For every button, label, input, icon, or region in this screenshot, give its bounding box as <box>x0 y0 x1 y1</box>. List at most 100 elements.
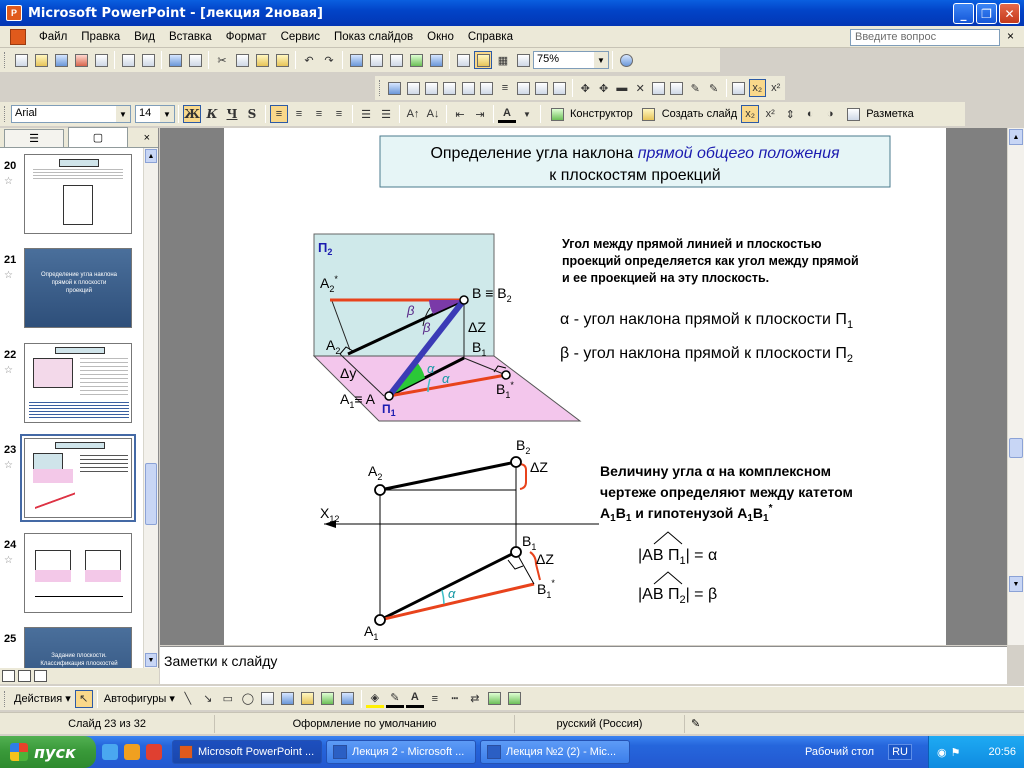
move-up-icon[interactable]: ⇕ <box>781 105 799 123</box>
task-word-1[interactable]: Лекция 2 - Microsoft ... <box>326 740 476 764</box>
bold-button[interactable]: Ж <box>183 105 201 123</box>
distribute-icon[interactable]: ✥ <box>595 79 611 97</box>
shadow-style-icon[interactable] <box>486 690 504 708</box>
close-doc-icon[interactable]: × <box>1007 29 1014 43</box>
tray-icon[interactable]: ⚑ <box>951 746 961 759</box>
subscript-icon[interactable]: x₂ <box>749 79 766 97</box>
grid-icon[interactable]: ▦ <box>494 51 512 69</box>
reset-picture-icon[interactable] <box>731 79 747 97</box>
color-grayscale-icon[interactable] <box>514 51 532 69</box>
lines-icon[interactable]: ▬ <box>614 79 630 97</box>
slide-vertical-scrollbar[interactable]: ▲ ▼ <box>1007 128 1024 645</box>
slides-pane-scrollbar[interactable]: ▲ ▼ <box>143 148 158 668</box>
arrow-tool-icon[interactable]: ↘ <box>199 690 217 708</box>
justify-icon[interactable]: ≡ <box>330 105 348 123</box>
superscript-icon[interactable]: x² <box>768 79 784 97</box>
outline-tab[interactable]: ☰ <box>4 129 64 147</box>
menu-file[interactable]: Файл <box>32 31 74 43</box>
media-player-icon[interactable] <box>124 744 140 760</box>
textbox-tool-icon[interactable] <box>259 690 277 708</box>
task-powerpoint[interactable]: Microsoft PowerPoint ... <box>172 740 322 764</box>
grow-font-icon[interactable]: A↑ <box>404 105 422 123</box>
pane-close-icon[interactable]: × <box>144 132 150 144</box>
3d-icon[interactable] <box>669 79 685 97</box>
slides-tab[interactable]: ▢ <box>68 127 128 147</box>
help-question-input[interactable]: Введите вопрос <box>850 29 1000 46</box>
slide-canvas[interactable]: Определение угла наклона прямой общего п… <box>224 128 946 645</box>
scroll-up-icon[interactable]: ▲ <box>1009 129 1023 145</box>
format-painter-icon[interactable] <box>273 51 291 69</box>
italic-button[interactable]: К <box>203 105 221 123</box>
chart-icon[interactable] <box>347 51 365 69</box>
copy-icon[interactable] <box>233 51 251 69</box>
slide-thumb-20[interactable]: 20 ☆ <box>0 152 143 236</box>
rectangle-tool-icon[interactable]: ▭ <box>219 690 237 708</box>
pen-icon[interactable]: ✎ <box>705 79 721 97</box>
research-icon[interactable] <box>186 51 204 69</box>
line-style-icon[interactable]: ≡ <box>426 690 444 708</box>
powerpoint-icon[interactable]: P <box>6 5 22 21</box>
table-icon[interactable] <box>367 51 385 69</box>
permission-icon[interactable] <box>72 51 90 69</box>
start-button[interactable]: пуск <box>0 736 96 768</box>
picture-icon[interactable] <box>387 79 403 97</box>
browser-icon[interactable] <box>146 744 162 760</box>
menu-edit[interactable]: Правка <box>74 31 127 43</box>
align-left-icon[interactable]: ≡ <box>270 105 288 123</box>
tray-icon[interactable]: ◉ <box>937 746 947 759</box>
compress-icon[interactable] <box>515 79 531 97</box>
scroll-down-icon[interactable]: ▼ <box>145 653 157 667</box>
undo-icon[interactable]: ↶ <box>300 51 318 69</box>
scroll-down-icon[interactable]: ▼ <box>1009 576 1023 592</box>
show-formatting-icon[interactable] <box>474 51 492 69</box>
spelling-icon[interactable] <box>166 51 184 69</box>
subscript-button[interactable]: x₂ <box>741 105 760 123</box>
bullets-icon[interactable]: ☰ <box>377 105 395 123</box>
arrows-icon[interactable]: ✕ <box>632 79 648 97</box>
select-pointer-icon[interactable]: ↖ <box>74 689 93 708</box>
diagram-icon[interactable] <box>299 690 317 708</box>
edit-points-icon[interactable]: ✎ <box>687 79 703 97</box>
dash-style-icon[interactable]: ┅ <box>446 690 464 708</box>
toolbar-grip[interactable] <box>4 52 7 68</box>
arrow-style-icon[interactable]: ⇄ <box>466 690 484 708</box>
format-picture-icon[interactable] <box>552 79 568 97</box>
underline-button[interactable]: Ч <box>223 105 241 123</box>
font-select[interactable]: Arial ▼ <box>11 105 131 123</box>
oval-tool-icon[interactable]: ◯ <box>239 690 257 708</box>
new-icon[interactable] <box>12 51 30 69</box>
normal-view-icon[interactable] <box>2 670 15 682</box>
desktop-icon[interactable] <box>102 744 118 760</box>
paste-icon[interactable] <box>253 51 271 69</box>
animation-icon[interactable]: ◐ <box>801 105 819 123</box>
font-color-dropdown-icon[interactable]: ▼ <box>518 105 536 123</box>
slide-thumb-21[interactable]: 21 ☆ Определение угла наклона прямой к п… <box>0 246 143 330</box>
wordart-icon[interactable] <box>279 690 297 708</box>
align-icon[interactable]: ✥ <box>577 79 593 97</box>
scroll-thumb[interactable] <box>145 463 157 525</box>
recolor-icon[interactable] <box>533 79 549 97</box>
help-icon[interactable] <box>617 51 635 69</box>
open-icon[interactable] <box>32 51 50 69</box>
3d-style-icon[interactable] <box>506 690 524 708</box>
hyperlink-icon[interactable] <box>427 51 445 69</box>
actions-menu[interactable]: Действия ▾ <box>11 692 74 706</box>
image-control-icon[interactable] <box>405 79 421 97</box>
minimize-button[interactable]: _ <box>953 3 974 24</box>
transition-icon[interactable]: ◑ <box>821 105 839 123</box>
menu-format[interactable]: Формат <box>219 31 274 43</box>
slideshow-view-icon[interactable] <box>34 670 47 682</box>
menu-help[interactable]: Справка <box>461 31 520 43</box>
layout-button[interactable]: Разметка <box>840 105 917 123</box>
menu-insert[interactable]: Вставка <box>162 31 219 43</box>
save-icon[interactable] <box>52 51 70 69</box>
increase-indent-icon[interactable]: ⇥ <box>471 105 489 123</box>
numbering-icon[interactable]: ☰ <box>357 105 375 123</box>
shrink-font-icon[interactable]: A↓ <box>424 105 442 123</box>
align-right-icon[interactable]: ≡ <box>310 105 328 123</box>
crop-icon[interactable] <box>460 79 476 97</box>
new-slide-button[interactable]: Создать слайд <box>636 105 740 123</box>
redo-icon[interactable]: ↷ <box>320 51 338 69</box>
preview-icon[interactable] <box>139 51 157 69</box>
expand-all-icon[interactable] <box>454 51 472 69</box>
